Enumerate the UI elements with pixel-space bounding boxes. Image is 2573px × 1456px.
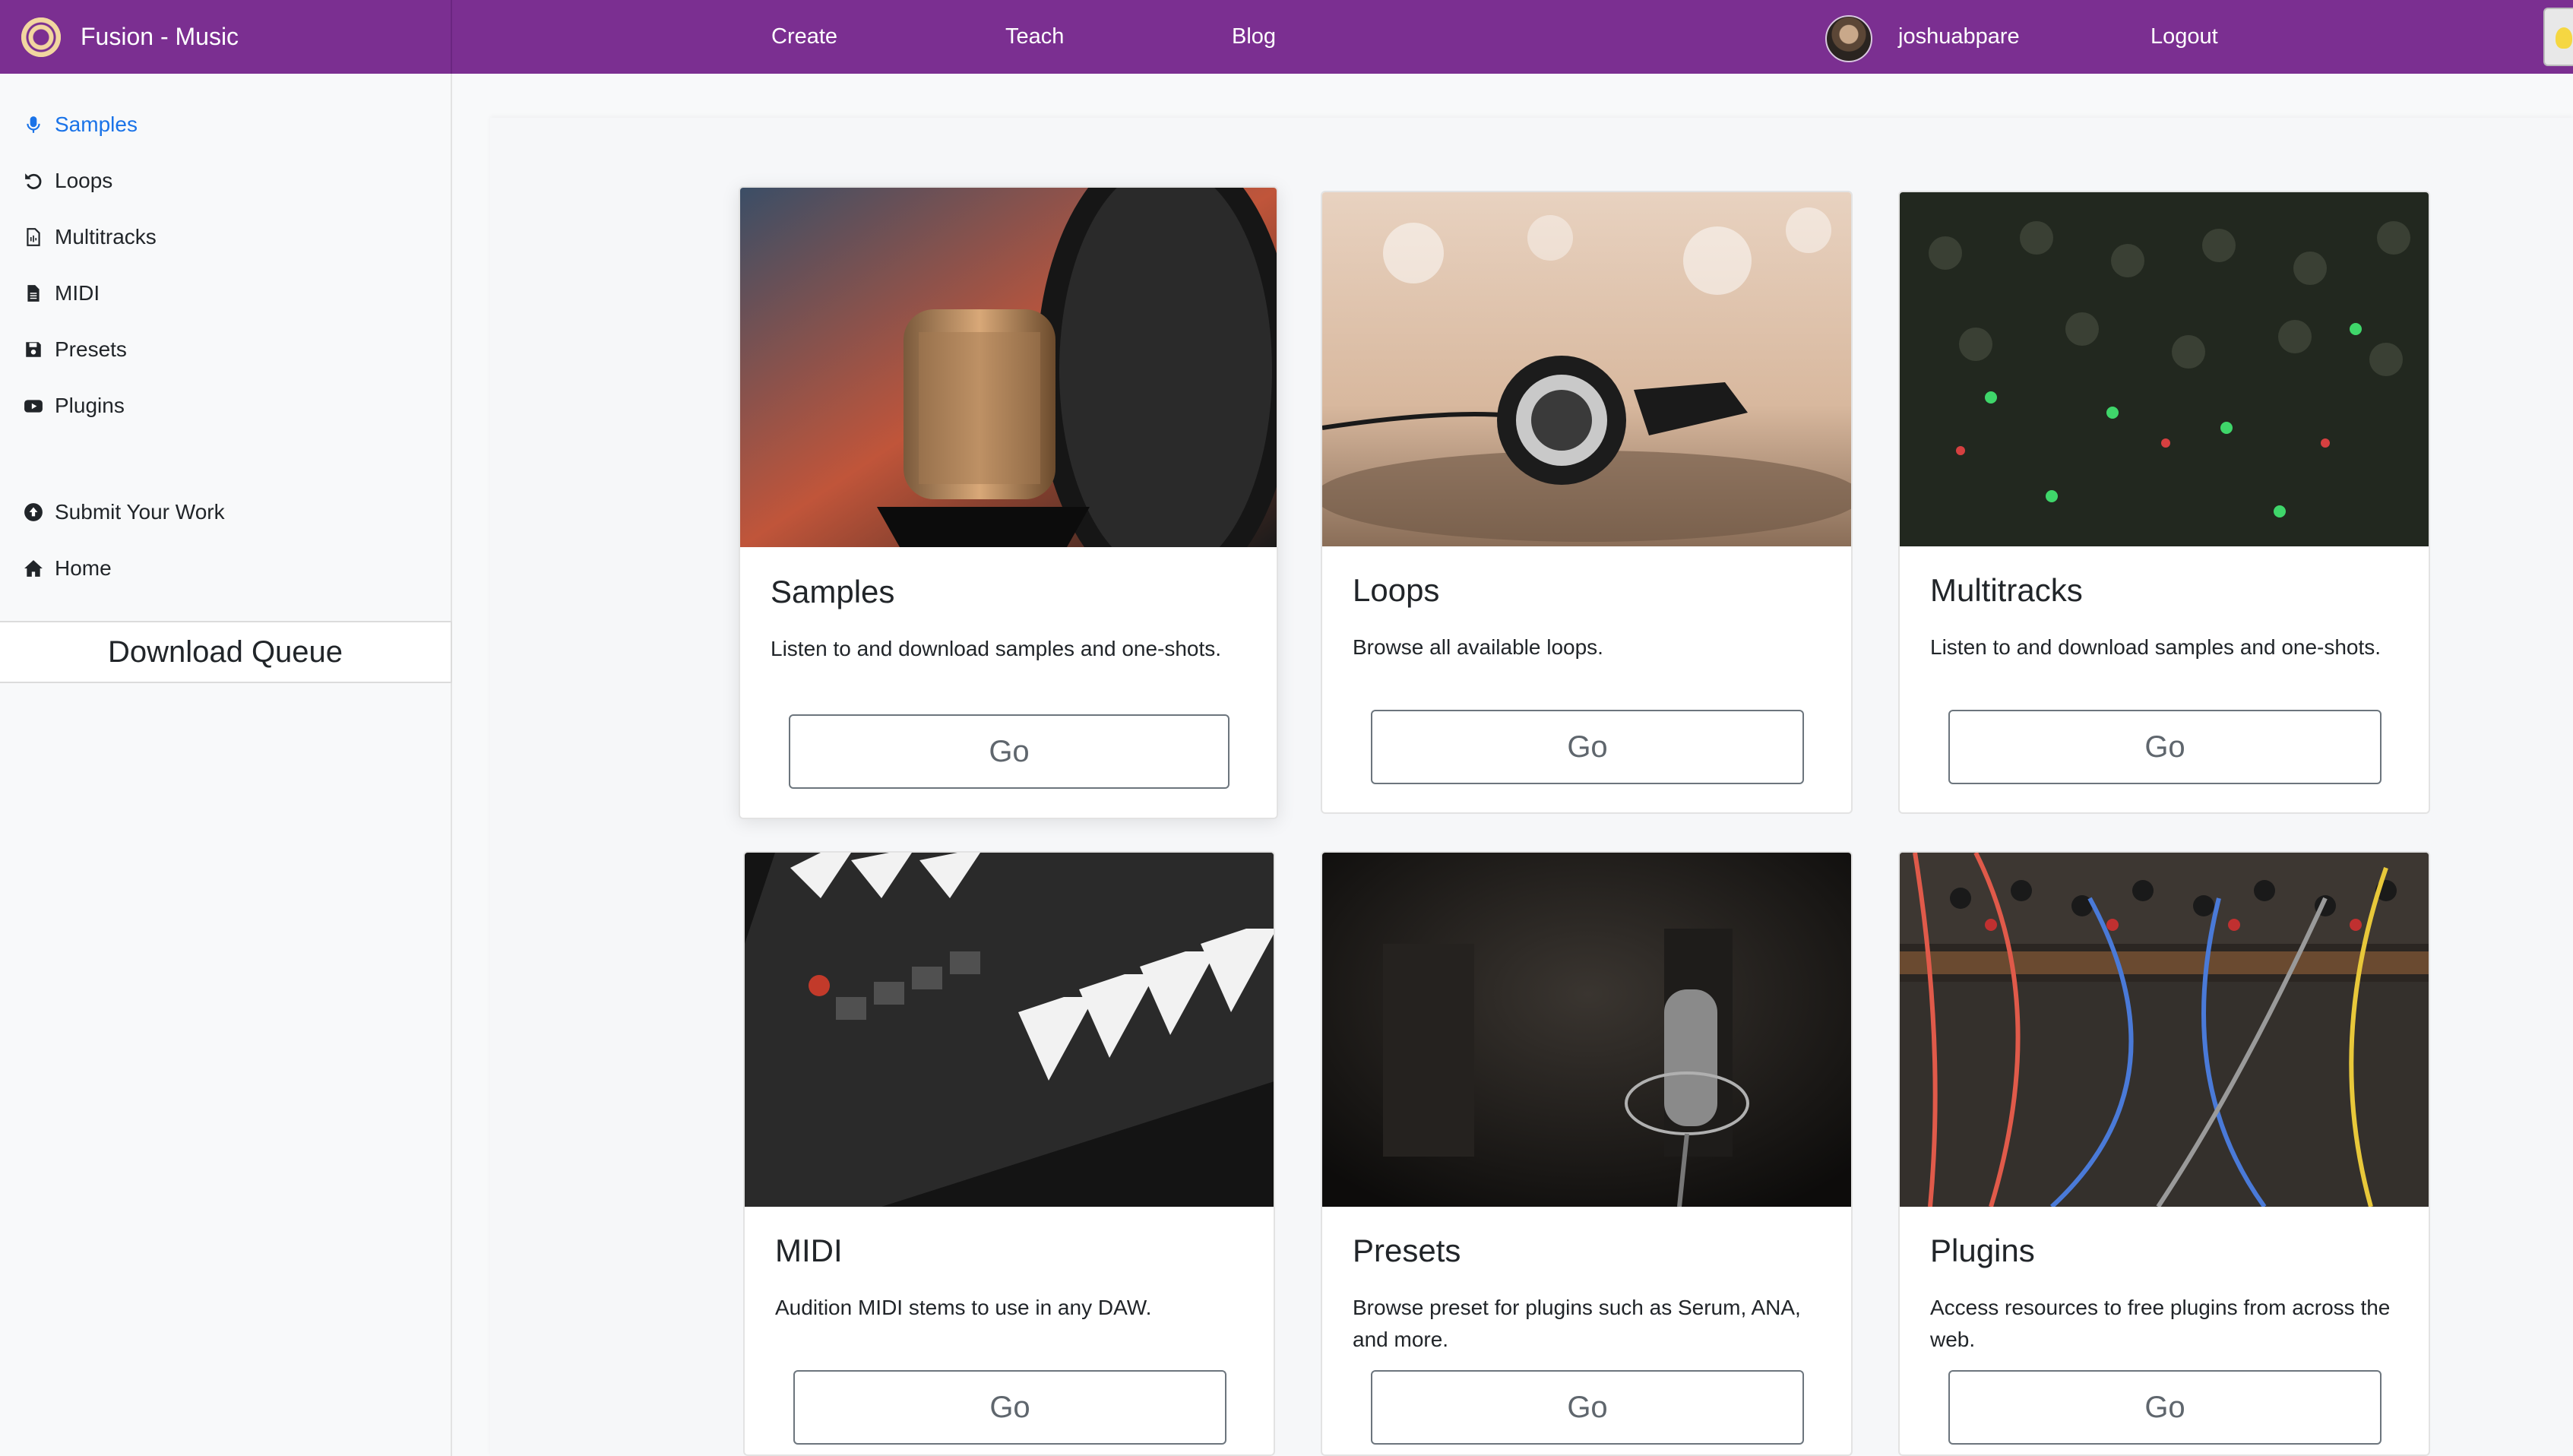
sidebar-item-home[interactable]: Home <box>23 549 112 587</box>
go-button[interactable]: Go <box>1371 1370 1804 1445</box>
studio-microphone-photo <box>740 188 1277 598</box>
card-title: Plugins <box>1930 1233 2035 1268</box>
file-audio-icon <box>23 226 44 248</box>
nav-blog-link[interactable]: Blog <box>1232 0 1276 74</box>
sunflower-logo-icon <box>21 17 61 57</box>
card-samples: Samples Listen to and download samples a… <box>739 186 1278 819</box>
save-icon <box>23 339 44 360</box>
microphone-icon <box>23 114 44 135</box>
sidebar-item-label: Submit Your Work <box>55 500 225 524</box>
sidebar-item-plugins[interactable]: Plugins <box>23 387 125 425</box>
brand[interactable]: Fusion - Music <box>0 0 452 74</box>
go-button[interactable]: Go <box>1948 710 2382 784</box>
midi-keyboard-photo <box>745 853 1274 1207</box>
sidebar-item-midi[interactable]: MIDI <box>23 274 100 312</box>
card-midi: MIDI Audition MIDI stems to use in any D… <box>743 851 1275 1456</box>
lightbulb-icon[interactable] <box>2543 8 2573 66</box>
card-multitracks: Multitracks Listen to and download sampl… <box>1898 191 2430 814</box>
top-navbar: Fusion - Music Create Teach Blog joshuab… <box>0 0 2573 74</box>
sidebar-item-label: Loops <box>55 169 113 192</box>
username-link[interactable]: joshuabpare <box>1898 0 2020 74</box>
go-button[interactable]: Go <box>793 1370 1226 1445</box>
user-avatar[interactable] <box>1825 15 1872 62</box>
card-description: Listen to and download samples and one-s… <box>1930 635 2382 659</box>
download-queue-button[interactable]: Download Queue <box>0 621 452 683</box>
headphones-photo <box>1322 192 1851 546</box>
sidebar-item-loops[interactable]: Loops <box>23 162 112 200</box>
sidebar-item-label: Plugins <box>55 394 125 417</box>
card-presets: Presets Browse preset for plugins such a… <box>1321 851 1853 1456</box>
card-title: Presets <box>1353 1233 1461 1268</box>
card-title: MIDI <box>775 1233 843 1268</box>
go-button[interactable]: Go <box>789 714 1230 789</box>
logout-link[interactable]: Logout <box>2150 0 2218 74</box>
card-title: Multitracks <box>1930 572 2083 608</box>
card-description: Access resources to free plugins from ac… <box>1930 1296 2391 1351</box>
go-button[interactable]: Go <box>1371 710 1804 784</box>
nav-teach-link[interactable]: Teach <box>1005 0 1064 74</box>
card-description: Browse all available loops. <box>1353 635 1603 659</box>
sidebar: Samples Loops Multitracks MIDI Presets P… <box>0 74 452 1456</box>
sidebar-item-presets[interactable]: Presets <box>23 331 127 369</box>
card-description: Listen to and download samples and one-s… <box>771 637 1222 660</box>
sidebar-item-submit-work[interactable]: Submit Your Work <box>23 493 225 531</box>
youtube-icon <box>23 395 44 416</box>
card-loops: Loops Browse all available loops. Go <box>1321 191 1853 814</box>
sidebar-item-label: Home <box>55 556 112 580</box>
sidebar-item-label: Multitracks <box>55 225 157 248</box>
go-button[interactable]: Go <box>1948 1370 2382 1445</box>
modular-synth-photo <box>1900 853 2429 1209</box>
sidebar-item-label: Samples <box>55 112 138 136</box>
nav-create-link[interactable]: Create <box>771 0 837 74</box>
undo-icon <box>23 170 44 191</box>
card-title: Samples <box>771 574 895 609</box>
card-title: Loops <box>1353 572 1440 608</box>
app-title: Fusion - Music <box>81 23 239 50</box>
file-icon <box>23 283 44 304</box>
mixing-console-photo <box>1900 192 2429 546</box>
sidebar-item-label: Presets <box>55 337 127 361</box>
card-description: Audition MIDI stems to use in any DAW. <box>775 1296 1152 1319</box>
condenser-mic-photo <box>1322 853 1851 1208</box>
sidebar-item-multitracks[interactable]: Multitracks <box>23 218 157 256</box>
card-description: Browse preset for plugins such as Serum,… <box>1353 1296 1801 1351</box>
upload-circle-icon <box>23 502 44 523</box>
sidebar-item-label: MIDI <box>55 281 100 305</box>
home-icon <box>23 558 44 579</box>
card-plugins: Plugins Access resources to free plugins… <box>1898 851 2430 1456</box>
sidebar-item-samples[interactable]: Samples <box>23 106 138 144</box>
